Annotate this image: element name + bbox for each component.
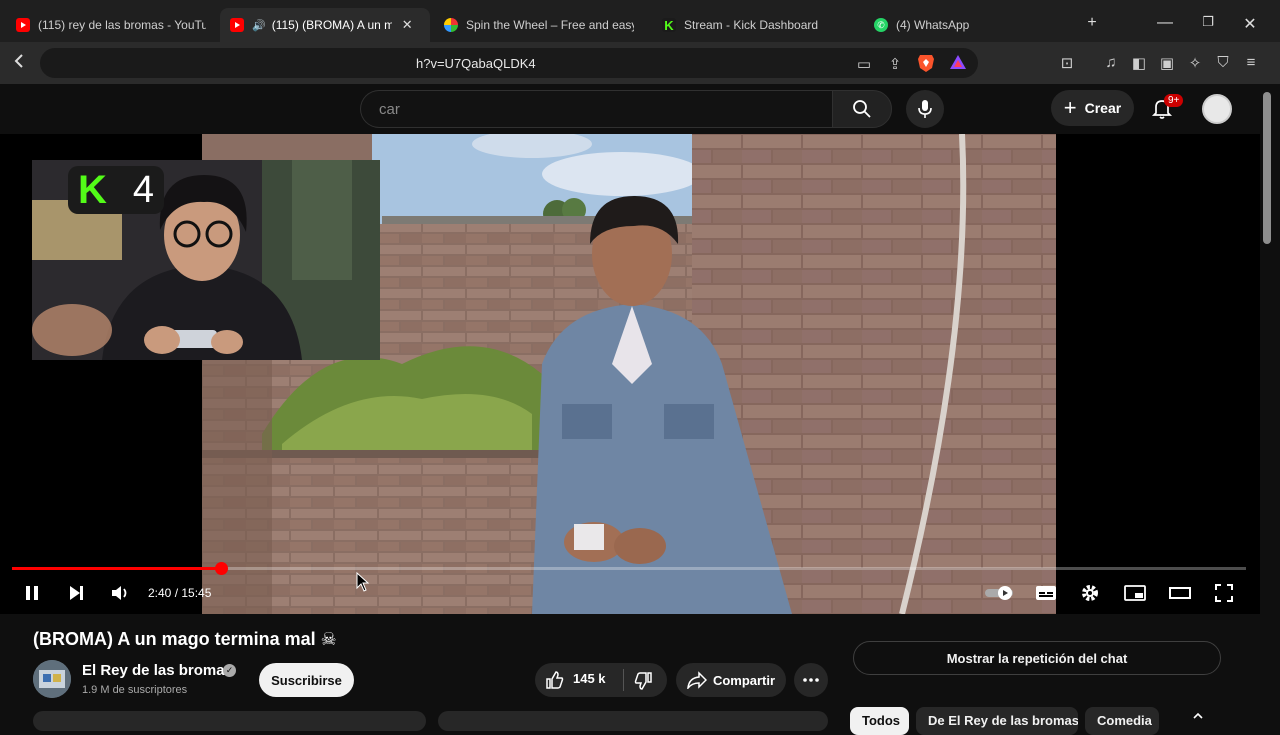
back-arrow-icon[interactable] — [10, 53, 30, 73]
youtube-header: car + Crear 9+ — [0, 84, 1280, 134]
like-divider — [623, 669, 624, 691]
tab-video-active[interactable]: 🔊 (115) (BROMA) A un mago termina mal ✕ — [220, 8, 430, 42]
subtitles-button[interactable] — [1034, 581, 1058, 605]
chevron-right-icon[interactable] — [1192, 712, 1204, 720]
tab-kick-dashboard[interactable]: K Stream - Kick Dashboard — [652, 8, 862, 42]
autoplay-icon — [985, 586, 1013, 600]
subscriber-count: 1.9 M de suscriptores — [82, 684, 188, 696]
more-horizontal-icon — [803, 678, 819, 682]
mouse-cursor-icon — [356, 572, 370, 592]
pause-icon — [26, 586, 38, 600]
menu-icon[interactable]: ≡ — [1241, 54, 1261, 71]
tab-youtube-search[interactable]: (115) rey de las bromas - YouTube — [6, 8, 216, 42]
fullscreen-icon — [1215, 584, 1233, 602]
rewards-icon[interactable] — [948, 54, 968, 74]
share-button[interactable]: Compartir — [676, 663, 786, 697]
close-icon[interactable]: ✕ — [402, 17, 413, 33]
channel-name[interactable]: El Rey de las bromas — [82, 662, 233, 679]
suggested-card[interactable] — [438, 711, 828, 731]
kick-logo: K — [78, 168, 107, 212]
cast-icon[interactable]: ▭ — [854, 55, 874, 73]
scrollbar-thumb[interactable] — [1263, 92, 1271, 244]
window-close-icon[interactable]: ✕ — [1240, 14, 1260, 34]
verified-check-icon: ✓ — [223, 664, 236, 677]
wallet-icon[interactable]: ▣ — [1157, 54, 1177, 72]
progress-bar[interactable] — [12, 562, 1246, 575]
skip-next-icon — [70, 586, 83, 600]
autoplay-toggle[interactable] — [984, 581, 1016, 605]
theater-mode-button[interactable] — [1168, 581, 1192, 605]
audio-playing-icon[interactable]: 🔊 — [252, 19, 266, 32]
theater-icon — [1169, 587, 1191, 599]
chip-all[interactable]: Todos — [850, 707, 909, 735]
vpn-icon[interactable]: ⛉ — [1213, 54, 1233, 71]
viewer-count: 4 — [132, 169, 154, 211]
share-icon[interactable]: ⇪ — [885, 55, 905, 73]
settings-button[interactable] — [1078, 581, 1102, 605]
screenshot-icon[interactable]: ⊡ — [1057, 54, 1077, 72]
miniplayer-button[interactable] — [1123, 581, 1147, 605]
kick-stream-badge: K 4 — [68, 166, 164, 214]
chat-replay-button[interactable]: Mostrar la repetición del chat — [853, 641, 1221, 675]
sidebar-icon[interactable]: ◧ — [1129, 54, 1149, 72]
youtube-favicon-icon — [230, 18, 244, 32]
chip-from-channel[interactable]: De El Rey de las bromas — [916, 707, 1078, 735]
kick-favicon-icon: K — [662, 18, 676, 33]
search-button[interactable] — [832, 90, 892, 128]
browser-toolbar: h?v=U7QabaQLDK4 ▭ ⇪ ⊡ ♫ ◧ ▣ ✧ ⛉ ≡ — [0, 42, 1280, 84]
create-label: Crear — [1084, 100, 1122, 116]
search-placeholder: car — [379, 101, 400, 118]
tab-whatsapp[interactable]: ✆ (4) WhatsApp — [864, 8, 1074, 42]
brave-shield-icon[interactable] — [916, 53, 936, 77]
gear-icon — [1082, 585, 1098, 601]
more-actions-button[interactable] — [794, 663, 828, 697]
volume-icon — [112, 586, 127, 600]
plus-icon[interactable]: + — [1082, 14, 1102, 32]
voice-search-button[interactable] — [906, 90, 944, 128]
whatsapp-favicon-icon: ✆ — [874, 18, 888, 32]
url-text: h?v=U7QabaQLDK4 — [416, 56, 536, 71]
next-button[interactable] — [64, 581, 88, 605]
tab-title: (4) WhatsApp — [896, 18, 970, 32]
music-icon[interactable]: ♫ — [1101, 54, 1121, 71]
wheel-favicon-icon — [444, 18, 458, 32]
video-player[interactable]: K 4 2:40 / 15:45 — [0, 134, 1260, 614]
leo-ai-icon[interactable]: ✧ — [1185, 54, 1205, 72]
volume-button[interactable] — [108, 581, 132, 605]
subtitles-icon — [1036, 586, 1056, 600]
share-arrow-icon — [687, 671, 707, 689]
pause-button[interactable] — [20, 581, 44, 605]
miniplayer-icon — [1124, 585, 1146, 601]
address-bar[interactable]: h?v=U7QabaQLDK4 ▭ ⇪ — [40, 48, 978, 78]
tab-spin-wheel[interactable]: Spin the Wheel – Free and easy-to-use — [434, 8, 644, 42]
progress-scrubber[interactable] — [214, 562, 228, 575]
plus-icon: + — [1063, 95, 1077, 120]
restore-icon[interactable]: ❐ — [1198, 14, 1218, 30]
notification-badge: 9+ — [1164, 94, 1184, 107]
microphone-icon — [918, 100, 932, 118]
tab-title: (115) (BROMA) A un mago termina mal — [271, 18, 392, 32]
search-icon — [853, 100, 871, 118]
like-count[interactable]: 145 k — [573, 671, 606, 686]
chip-comedy[interactable]: Comedia — [1085, 707, 1159, 735]
thumbs-down-icon[interactable] — [633, 671, 653, 691]
create-button[interactable]: + Crear — [1051, 90, 1134, 126]
progress-played — [12, 567, 221, 570]
channel-avatar[interactable] — [33, 660, 71, 698]
minimize-icon[interactable]: — — [1155, 14, 1175, 32]
fullscreen-button[interactable] — [1212, 581, 1236, 605]
subscribe-button[interactable]: Suscribirse — [259, 663, 354, 697]
search-input[interactable]: car — [360, 90, 832, 128]
suggested-card[interactable] — [33, 711, 426, 731]
tab-title: Spin the Wheel – Free and easy-to-use — [466, 18, 634, 32]
tab-title: (115) rey de las bromas - YouTube — [38, 18, 206, 32]
share-label: Compartir — [712, 672, 776, 688]
avatar[interactable] — [1202, 94, 1232, 124]
time-display: 2:40 / 15:45 — [148, 586, 212, 600]
tab-title: Stream - Kick Dashboard — [684, 18, 819, 32]
youtube-favicon-icon — [16, 18, 30, 32]
thumbs-up-icon[interactable] — [545, 670, 565, 690]
video-title: (BROMA) A un mago termina mal ☠ — [33, 629, 337, 649]
